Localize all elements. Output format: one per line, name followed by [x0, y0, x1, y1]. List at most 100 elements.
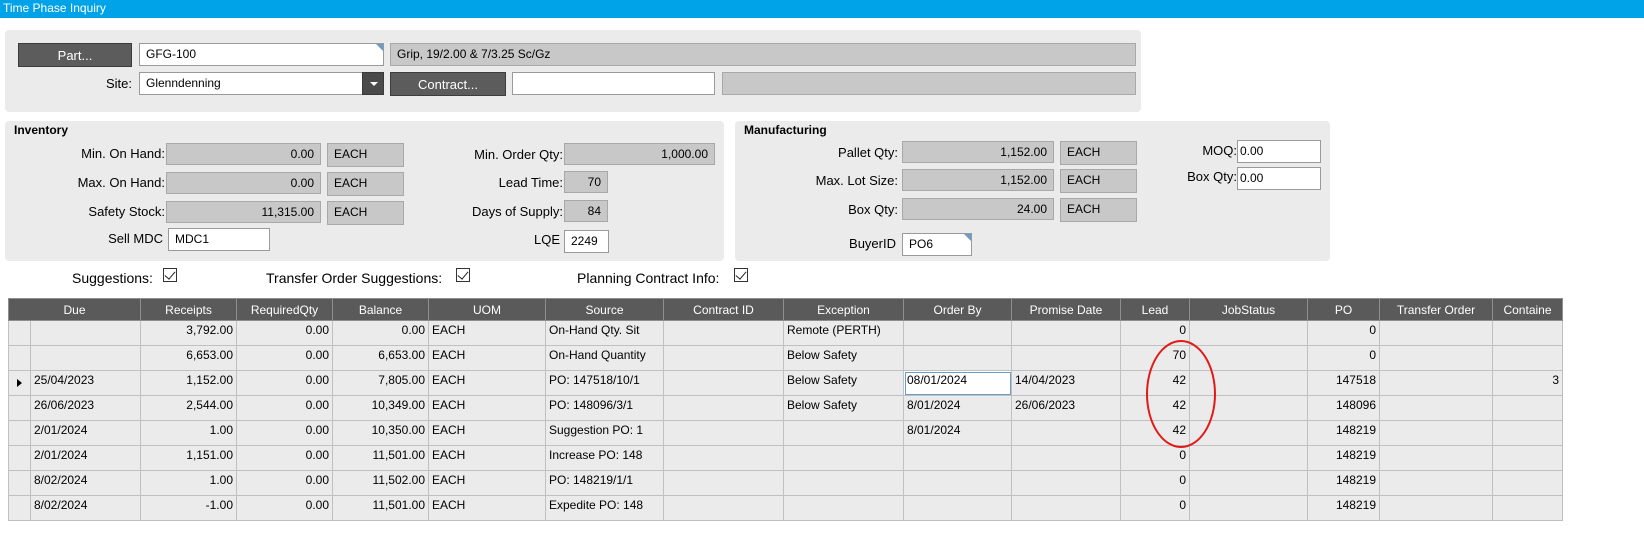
cell-po[interactable]: 147518 — [1307, 370, 1380, 396]
cell-balance[interactable]: 7,805.00 — [332, 370, 429, 396]
cell-receipts[interactable]: 1,151.00 — [140, 445, 237, 471]
cell-source[interactable]: On-Hand Qty. Sit — [545, 320, 664, 346]
cell-transfer-order[interactable] — [1379, 370, 1493, 396]
table-row[interactable]: 26/06/2023 2,544.00 0.00 10,349.00 EACH PO: 1… — [8, 395, 1563, 421]
cell-contract-id[interactable] — [663, 470, 784, 496]
column-header-container[interactable]: Containe — [1492, 298, 1563, 321]
cell-required-qty[interactable]: 0.00 — [236, 495, 333, 521]
table-row[interactable]: 2/01/2024 1.00 0.00 10,350.00 EACH Suggestion… — [8, 420, 1563, 446]
contract-input[interactable] — [512, 72, 715, 95]
cell-exception[interactable]: Below Safety — [783, 345, 904, 371]
transfer-order-suggestions-checkbox[interactable] — [456, 268, 470, 282]
cell-lead[interactable]: 0 — [1120, 320, 1190, 346]
cell-lead[interactable]: 42 — [1120, 395, 1190, 421]
part-button[interactable]: Part... — [18, 43, 132, 67]
cell-promise-date[interactable]: 26/06/2023 — [1011, 395, 1121, 421]
cell-job-status[interactable] — [1189, 445, 1308, 471]
site-dropdown-icon[interactable] — [362, 72, 384, 95]
table-row[interactable]: 2/01/2024 1,151.00 0.00 11,501.00 EACH Increa… — [8, 445, 1563, 471]
cell-due[interactable] — [30, 345, 141, 371]
cell-container[interactable] — [1492, 420, 1563, 446]
cell-required-qty[interactable]: 0.00 — [236, 370, 333, 396]
cell-promise-date[interactable] — [1011, 445, 1121, 471]
site-select[interactable]: Glenndenning — [139, 72, 384, 95]
cell-source[interactable]: Increase PO: 148 — [545, 445, 664, 471]
table-row[interactable]: 3,792.00 0.00 0.00 EACH On-Hand Qty. Sit Remo… — [8, 320, 1563, 346]
cell-lead[interactable]: 0 — [1120, 495, 1190, 521]
cell-contract-id[interactable] — [663, 345, 784, 371]
cell-source[interactable]: Suggestion PO: 1 — [545, 420, 664, 446]
cell-source[interactable]: PO: 148096/3/1 — [545, 395, 664, 421]
cell-promise-date[interactable] — [1011, 470, 1121, 496]
cell-container[interactable] — [1492, 320, 1563, 346]
column-header-due[interactable]: Due — [8, 298, 141, 321]
cell-order-by[interactable]: 08/01/2024 — [903, 370, 1012, 396]
cell-source[interactable]: PO: 147518/10/1 — [545, 370, 664, 396]
planning-contract-info-checkbox[interactable] — [734, 268, 748, 282]
cell-uom[interactable]: EACH — [428, 320, 546, 346]
cell-transfer-order[interactable] — [1379, 495, 1493, 521]
cell-po[interactable]: 0 — [1307, 320, 1380, 346]
cell-exception[interactable] — [783, 470, 904, 496]
cell-po[interactable]: 148219 — [1307, 445, 1380, 471]
cell-balance[interactable]: 11,502.00 — [332, 470, 429, 496]
cell-transfer-order[interactable] — [1379, 470, 1493, 496]
cell-lead[interactable]: 70 — [1120, 345, 1190, 371]
cell-balance[interactable]: 0.00 — [332, 320, 429, 346]
cell-balance[interactable]: 11,501.00 — [332, 495, 429, 521]
column-header-source[interactable]: Source — [545, 298, 664, 321]
part-input[interactable]: GFG-100 — [139, 43, 384, 66]
cell-exception[interactable] — [783, 495, 904, 521]
cell-uom[interactable]: EACH — [428, 445, 546, 471]
cell-job-status[interactable] — [1189, 370, 1308, 396]
cell-po[interactable]: 148096 — [1307, 395, 1380, 421]
cell-lead[interactable]: 0 — [1120, 470, 1190, 496]
cell-contract-id[interactable] — [663, 445, 784, 471]
cell-container[interactable] — [1492, 495, 1563, 521]
cell-required-qty[interactable]: 0.00 — [236, 320, 333, 346]
cell-balance[interactable]: 10,349.00 — [332, 395, 429, 421]
cell-exception[interactable]: Below Safety — [783, 395, 904, 421]
cell-exception[interactable] — [783, 445, 904, 471]
cell-order-by[interactable]: 8/01/2024 — [903, 420, 1012, 446]
cell-job-status[interactable] — [1189, 320, 1308, 346]
column-header-uom[interactable]: UOM — [428, 298, 546, 321]
column-header-receipts[interactable]: Receipts — [140, 298, 237, 321]
cell-container[interactable] — [1492, 470, 1563, 496]
column-header-po[interactable]: PO — [1307, 298, 1380, 321]
cell-balance[interactable]: 11,501.00 — [332, 445, 429, 471]
cell-po[interactable]: 0 — [1307, 345, 1380, 371]
cell-due[interactable]: 25/04/2023 — [30, 370, 141, 396]
cell-required-qty[interactable]: 0.00 — [236, 395, 333, 421]
row-selector[interactable] — [8, 370, 31, 396]
cell-exception[interactable]: Below Safety — [783, 370, 904, 396]
cell-receipts[interactable]: -1.00 — [140, 495, 237, 521]
cell-order-by[interactable] — [903, 345, 1012, 371]
column-header-transfer-order[interactable]: Transfer Order — [1379, 298, 1493, 321]
column-header-balance[interactable]: Balance — [332, 298, 429, 321]
cell-uom[interactable]: EACH — [428, 470, 546, 496]
cell-due[interactable] — [30, 320, 141, 346]
cell-receipts[interactable]: 3,792.00 — [140, 320, 237, 346]
cell-contract-id[interactable] — [663, 395, 784, 421]
cell-transfer-order[interactable] — [1379, 395, 1493, 421]
cell-required-qty[interactable]: 0.00 — [236, 445, 333, 471]
row-selector[interactable] — [8, 495, 31, 521]
cell-container[interactable] — [1492, 445, 1563, 471]
cell-receipts[interactable]: 6,653.00 — [140, 345, 237, 371]
cell-receipts[interactable]: 1,152.00 — [140, 370, 237, 396]
cell-job-status[interactable] — [1189, 470, 1308, 496]
cell-receipts[interactable]: 2,544.00 — [140, 395, 237, 421]
cell-source[interactable]: Expedite PO: 148 — [545, 495, 664, 521]
cell-order-by[interactable] — [903, 495, 1012, 521]
cell-exception[interactable] — [783, 420, 904, 446]
cell-lead[interactable]: 0 — [1120, 445, 1190, 471]
cell-due[interactable]: 8/02/2024 — [30, 495, 141, 521]
row-selector[interactable] — [8, 395, 31, 421]
cell-transfer-order[interactable] — [1379, 320, 1493, 346]
column-header-lead[interactable]: Lead — [1120, 298, 1190, 321]
cell-due[interactable]: 2/01/2024 — [30, 420, 141, 446]
cell-required-qty[interactable]: 0.00 — [236, 420, 333, 446]
cell-exception[interactable]: Remote (PERTH) — [783, 320, 904, 346]
cell-required-qty[interactable]: 0.00 — [236, 345, 333, 371]
